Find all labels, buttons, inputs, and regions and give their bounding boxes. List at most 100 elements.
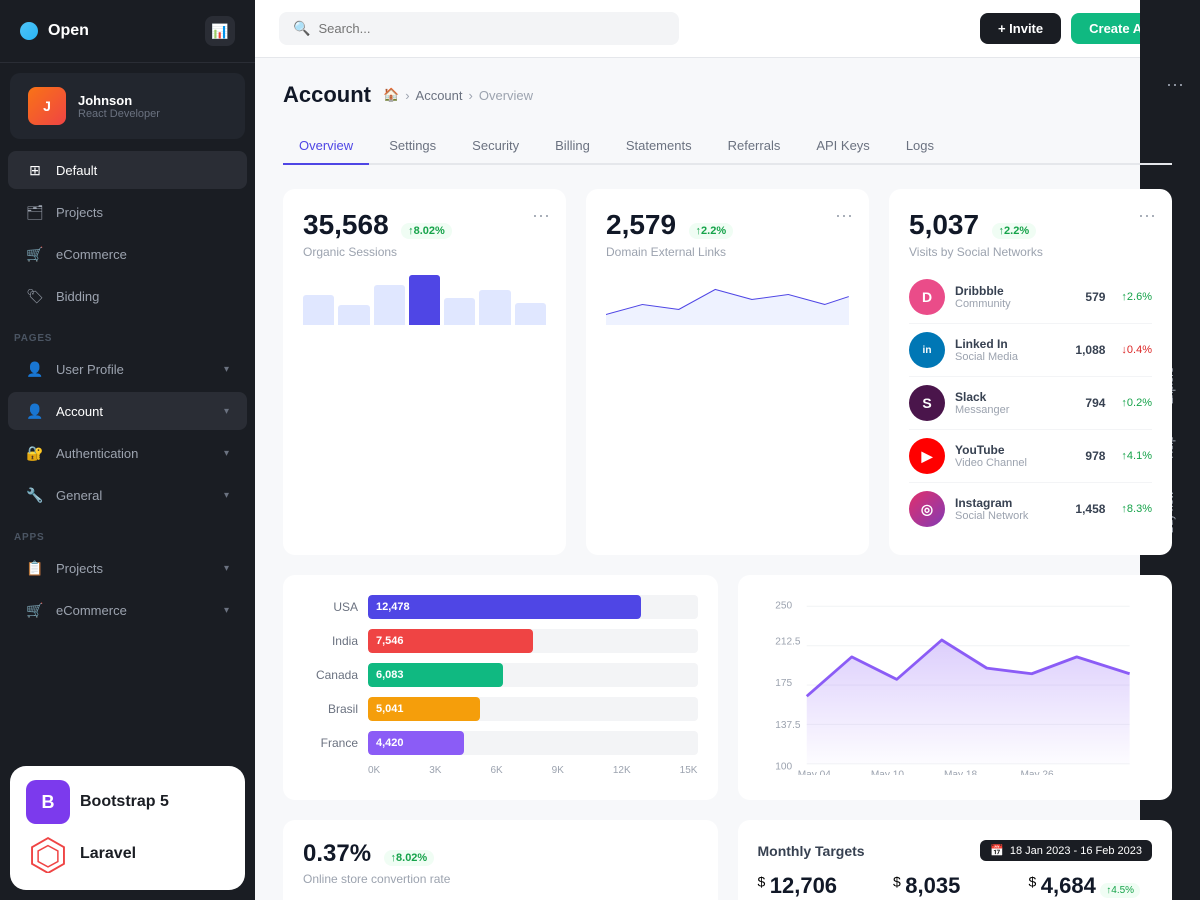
calendar-icon: 📅 xyxy=(990,844,1004,857)
youtube-icon: ▶ xyxy=(909,438,945,474)
sidebar-item-label: Authentication xyxy=(56,446,138,461)
target-amount: 8,035 xyxy=(905,873,960,898)
svg-text:May 18: May 18 xyxy=(944,769,978,775)
sidebar-item-default[interactable]: ⊞ Default xyxy=(8,151,247,189)
linkedin-icon: in xyxy=(909,332,945,368)
tab-billing[interactable]: Billing xyxy=(539,128,606,165)
tab-security[interactable]: Security xyxy=(456,128,535,165)
stat-badge: ↑2.2% xyxy=(689,223,734,239)
svg-text:175: 175 xyxy=(775,678,792,689)
social-change: ↑8.3% xyxy=(1121,503,1152,515)
tab-settings[interactable]: Settings xyxy=(373,128,452,165)
social-info: Slack Messanger xyxy=(955,390,1075,416)
bottom-row: ··· 0.37% ↑8.02% Online store convertion… xyxy=(283,820,1172,900)
social-name: Instagram xyxy=(955,496,1065,510)
bar-fill: 7,546 xyxy=(368,629,533,653)
target-amount-row: $ 4,684 ↑4.5% xyxy=(1029,873,1153,899)
social-name: Dribbble xyxy=(955,284,1075,298)
sidebar-item-general[interactable]: 🔧 General ▾ xyxy=(8,476,247,514)
stat-label: Organic Sessions xyxy=(303,245,546,259)
invite-button[interactable]: + Invite xyxy=(980,13,1061,44)
svg-text:137.5: 137.5 xyxy=(775,720,801,731)
bar-track: 6,083 xyxy=(368,663,698,687)
bar-scale: 0K 3K 6K 9K 12K 15K xyxy=(303,765,698,776)
stat-value-row: 35,568 ↑8.02% xyxy=(303,209,546,241)
sidebar-item-label: Account xyxy=(56,404,103,419)
social-info: Linked In Social Media xyxy=(955,337,1065,363)
chart-icon: 📊 xyxy=(211,23,228,40)
sidebar: Open 📊 J Johnson React Developer ⊞ Defau… xyxy=(0,0,255,900)
search-input[interactable] xyxy=(318,21,665,36)
svg-text:May 26: May 26 xyxy=(1020,769,1054,775)
user-card[interactable]: J Johnson React Developer xyxy=(10,73,245,139)
stat-badge: ↑8.02% xyxy=(401,223,452,239)
targets-date: 📅 18 Jan 2023 - 16 Feb 2023 xyxy=(980,840,1152,861)
social-value: 794 xyxy=(1085,396,1105,410)
tab-referrals[interactable]: Referrals xyxy=(712,128,797,165)
bar-label: France xyxy=(303,736,358,750)
general-icon: 🔧 xyxy=(26,486,44,504)
chevron-icon: ▾ xyxy=(224,605,229,616)
social-value: 978 xyxy=(1085,449,1105,463)
scale-15: 15K xyxy=(680,765,698,776)
sidebar-item-authentication[interactable]: 🔐 Authentication ▾ xyxy=(8,434,247,472)
sidebar-item-label: Bidding xyxy=(56,289,99,304)
sidebar-item-ecommerce[interactable]: 🛒 eCommerce xyxy=(8,235,247,273)
search-box[interactable]: 🔍 xyxy=(279,12,679,45)
sidebar-item-projects-app[interactable]: 📋 Projects ▾ xyxy=(8,549,247,587)
stat-card-social: ··· 5,037 ↑2.2% Visits by Social Network… xyxy=(889,189,1172,555)
bar-row-canada: Canada 6,083 xyxy=(303,663,698,687)
stat-more[interactable]: ··· xyxy=(1166,74,1184,95)
conversion-card: ··· 0.37% ↑8.02% Online store convertion… xyxy=(283,820,718,900)
tab-api-keys[interactable]: API Keys xyxy=(800,128,885,165)
sidebar-header: Open 📊 xyxy=(0,0,255,63)
social-value: 579 xyxy=(1085,290,1105,304)
tab-logs[interactable]: Logs xyxy=(890,128,950,165)
target-item-gap: $ 4,684 ↑4.5% GAP xyxy=(1029,873,1153,900)
tab-statements[interactable]: Statements xyxy=(610,128,708,165)
bar-label: Canada xyxy=(303,668,358,682)
logo-icon xyxy=(20,22,38,40)
app-name: Open xyxy=(48,22,89,40)
bar-row-usa: USA 12,478 xyxy=(303,595,698,619)
ecommerce-app-icon: 🛒 xyxy=(26,601,44,619)
laravel-label: Laravel xyxy=(80,845,136,863)
stat-more[interactable]: ··· xyxy=(532,205,550,226)
svg-text:May 10: May 10 xyxy=(870,769,904,775)
stat-value-row: 2,579 ↑2.2% xyxy=(606,209,849,241)
sidebar-item-projects[interactable]: 🗂 Projects xyxy=(8,193,247,231)
social-change: ↓0.4% xyxy=(1121,344,1152,356)
stat-more[interactable]: ··· xyxy=(835,205,853,226)
tabs: Overview Settings Security Billing State… xyxy=(283,128,1172,165)
bar-track: 5,041 xyxy=(368,697,698,721)
tab-overview[interactable]: Overview xyxy=(283,128,369,165)
social-row-slack: S Slack Messanger 794 ↑0.2% xyxy=(909,377,1152,430)
user-role: React Developer xyxy=(78,108,160,120)
sidebar-toggle[interactable]: 📊 xyxy=(205,16,235,46)
main-content: 🔍 + Invite Create App Account 🏠 › Accoun… xyxy=(255,0,1200,900)
sidebar-item-bidding[interactable]: 🏷 Bidding xyxy=(8,277,247,315)
stat-label: Domain External Links xyxy=(606,245,849,259)
projects-icon: 🗂 xyxy=(26,203,44,221)
sidebar-item-user-profile[interactable]: 👤 User Profile ▾ xyxy=(8,350,247,388)
laravel-icon xyxy=(26,832,70,876)
chevron-icon: ▾ xyxy=(224,406,229,417)
page-content: Account 🏠 › Account › Overview Overview … xyxy=(255,58,1200,900)
pages-section-label: PAGES xyxy=(0,325,255,348)
social-value: 1,088 xyxy=(1075,343,1105,357)
sidebar-item-account[interactable]: 👤 Account ▾ xyxy=(8,392,247,430)
breadcrumb-sep2: › xyxy=(469,88,473,103)
target-amount-row: $ 12,706 xyxy=(758,873,882,899)
page-header: Account 🏠 › Account › Overview xyxy=(283,82,1172,108)
bidding-icon: 🏷 xyxy=(26,287,44,305)
stat-bar-chart xyxy=(303,275,546,325)
bar-fill: 5,041 xyxy=(368,697,480,721)
breadcrumb-account[interactable]: Account xyxy=(416,88,463,103)
stat-more[interactable]: ··· xyxy=(1138,205,1156,226)
scale-12: 12K xyxy=(613,765,631,776)
target-amount: 4,684 xyxy=(1041,873,1096,898)
target-sup: $ xyxy=(1029,874,1037,890)
target-sup: $ xyxy=(893,874,901,890)
sidebar-item-ecommerce-app[interactable]: 🛒 eCommerce ▾ xyxy=(8,591,247,629)
sidebar-item-label: Default xyxy=(56,163,97,178)
